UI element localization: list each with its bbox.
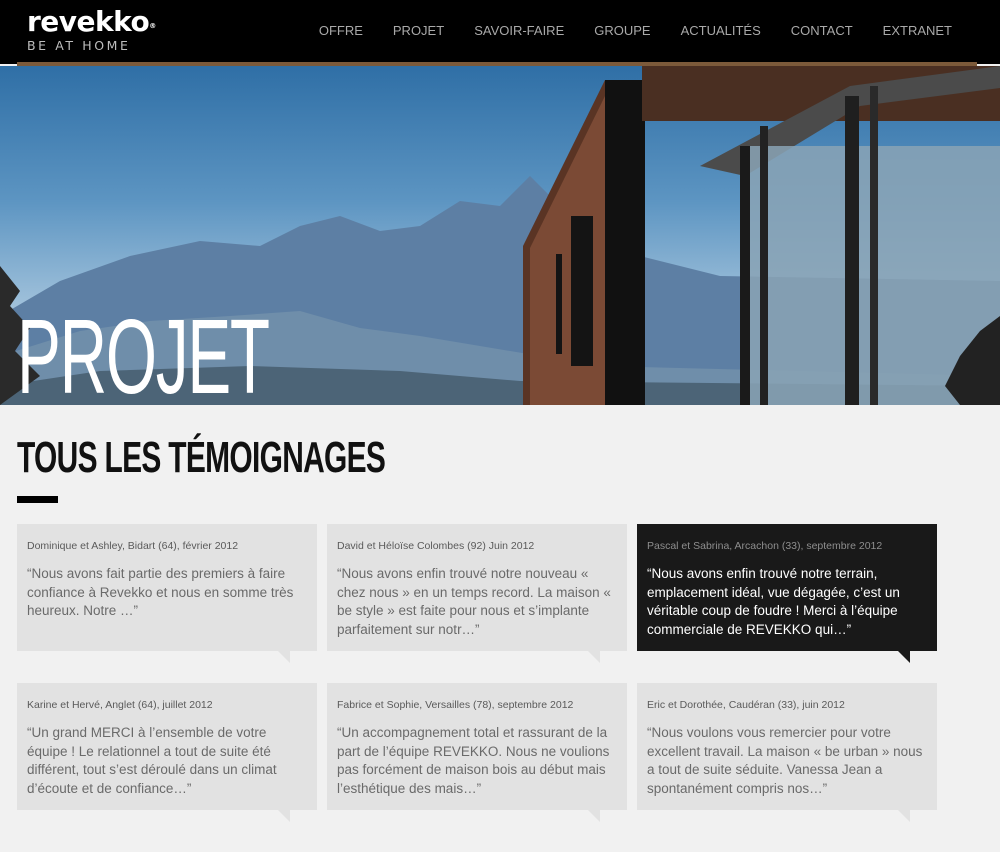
page-title: TOUS LES TÉMOIGNAGES [17,433,386,482]
testimonial-card[interactable]: Eric et Dorothée, Caudéran (33), juin 20… [637,683,937,810]
testimonial-quote: “Nous avons fait partie des premiers à f… [27,566,294,618]
testimonial-author: Karine et Hervé, Anglet (64), juillet 20… [27,699,213,711]
nav-item-contact[interactable]: CONTACT [791,23,853,38]
testimonial-quote: “Nous avons enfin trouvé notre terrain, … [647,566,900,637]
nav-item-savoir-faire[interactable]: SAVOIR-FAIRE [474,23,564,38]
hero-banner: PROJET [0,66,1000,405]
testimonial-author: Dominique et Ashley, Bidart (64), févrie… [27,540,239,552]
testimonial-card-active[interactable]: Pascal et Sabrina, Arcachon (33), septem… [637,524,937,651]
nav-item-groupe[interactable]: GROUPE [594,23,650,38]
site-header: revekko® BE AT HOME OFFRE PROJET SAVOIR-… [0,0,1000,64]
nav-item-offre[interactable]: OFFRE [319,23,363,38]
testimonial-quote: “Nous voulons vous remercier pour votre … [647,725,923,796]
brand-logo[interactable]: revekko® BE AT HOME [27,7,156,54]
testimonial-author: Fabrice et Sophie, Versailles (78), sept… [337,699,574,711]
testimonial-quote: “Un grand MERCI à l’ensemble de votre éq… [27,725,277,796]
testimonial-card[interactable]: David et Héloïse Colombes (92) Juin 2012… [327,524,627,651]
nav-item-extranet[interactable]: EXTRANET [883,23,952,38]
testimonial-quote: “Nous avons enfin trouvé notre nouveau «… [337,566,611,637]
nav-item-actualites[interactable]: ACTUALITÉS [681,23,761,38]
testimonial-quote: “Un accompagnement total et rassurant de… [337,725,610,796]
testimonial-card[interactable]: Dominique et Ashley, Bidart (64), févrie… [17,524,317,651]
hero-title: PROJET [17,298,270,405]
testimonial-author: Pascal et Sabrina, Arcachon (33), septem… [647,540,883,552]
brand-name: revekko [27,5,150,38]
testimonial-card[interactable]: Karine et Hervé, Anglet (64), juillet 20… [17,683,317,810]
brand-tagline: BE AT HOME [27,38,131,53]
nav-item-projet[interactable]: PROJET [393,23,444,38]
main-nav: OFFRE PROJET SAVOIR-FAIRE GROUPE ACTUALI… [319,23,952,38]
testimonial-author: David et Héloïse Colombes (92) Juin 2012 [337,540,535,552]
title-underline [17,496,58,503]
testimonial-card[interactable]: Fabrice et Sophie, Versailles (78), sept… [327,683,627,810]
testimonial-author: Eric et Dorothée, Caudéran (33), juin 20… [647,699,845,711]
registered-mark: ® [149,22,156,30]
